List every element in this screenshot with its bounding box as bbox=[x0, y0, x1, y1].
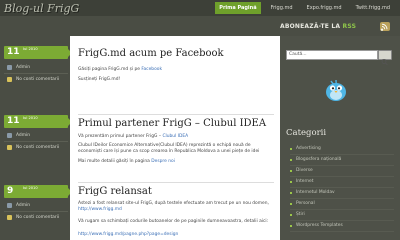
post-link[interactable]: Clubul IDEA bbox=[162, 134, 188, 139]
category-item[interactable]: Internet bbox=[290, 177, 394, 188]
date-day: 11 bbox=[7, 116, 20, 126]
category-item[interactable]: Blogosfera națională bbox=[290, 155, 394, 166]
nav-item-twitt[interactable]: Twitt.frigg.md bbox=[352, 2, 394, 14]
comments-link[interactable]: No conti comentarii bbox=[16, 145, 59, 150]
date-month: Iul 2010 bbox=[23, 47, 38, 51]
search-input[interactable]: Caută... bbox=[286, 50, 378, 60]
rss-subscribe[interactable]: ABONEAZĂ-TE LA RSS bbox=[278, 21, 394, 34]
category-item[interactable]: Advertising bbox=[290, 144, 394, 155]
post-meta-column: 11 Iul 2010 Admin No conti comentarii 11… bbox=[4, 36, 72, 240]
category-item[interactable]: Știri bbox=[290, 210, 394, 221]
comments-row: No conti comentarii bbox=[4, 142, 68, 153]
nav-item-frigg[interactable]: Frigg.md bbox=[267, 2, 297, 14]
user-icon bbox=[7, 133, 12, 138]
post-text: Vă prezentăm primul partener FrigG – Clu… bbox=[78, 134, 189, 139]
category-item[interactable]: Personal bbox=[290, 199, 394, 210]
post-text: Găsiți pagina FrigG.md și pe Facebook bbox=[78, 67, 162, 72]
post-text: Mai multe detalii găsiți în pagina Despr… bbox=[78, 159, 175, 164]
user-icon bbox=[7, 65, 12, 70]
post-text: Astezi a fost relansat site-ul FrigG, du… bbox=[78, 201, 269, 212]
top-bar: Blog-ul FrigG Prima Pagină Frigg.md Expo… bbox=[0, 0, 400, 16]
rss-label: ABONEAZĂ-TE LA RSS bbox=[280, 23, 357, 30]
date-month: Iul 2010 bbox=[23, 116, 38, 120]
category-item[interactable]: Wordpress Templates bbox=[290, 221, 394, 232]
author-name[interactable]: Admin bbox=[16, 65, 30, 70]
main-nav: Prima Pagină Frigg.md Expo.frigg.md Twit… bbox=[215, 2, 394, 14]
author-row: Admin bbox=[4, 200, 68, 211]
comments-row: No conti comentarii bbox=[4, 74, 68, 85]
comments-link[interactable]: No conti comentarii bbox=[16, 77, 59, 82]
post-link[interactable]: Despre noi bbox=[151, 159, 175, 164]
date-month: Iul 2010 bbox=[23, 186, 38, 190]
sidebar: Caută... Categorii Advertising Blogosfer… bbox=[280, 36, 400, 240]
author-name[interactable]: Admin bbox=[16, 133, 30, 138]
author-name[interactable]: Admin bbox=[16, 203, 30, 208]
post-link[interactable]: http://www.frigg.md/pagne.php?page=desig… bbox=[78, 232, 178, 237]
author-row: Admin bbox=[4, 130, 68, 141]
date-badge: 11 Iul 2010 bbox=[4, 115, 72, 128]
date-badge: 11 Iul 2010 bbox=[4, 46, 72, 59]
user-icon bbox=[7, 203, 12, 208]
category-item[interactable]: Diverse bbox=[290, 166, 394, 177]
comments-row: No conti comentarii bbox=[4, 212, 68, 223]
nav-item-home[interactable]: Prima Pagină bbox=[215, 2, 261, 14]
date-day: 11 bbox=[7, 47, 20, 57]
nav-item-expo[interactable]: Expo.frigg.md bbox=[303, 2, 346, 14]
search-icon bbox=[381, 59, 388, 66]
post-title[interactable]: FrigG relansat bbox=[78, 182, 274, 197]
post-text: Vă rugam sa schimbați codurile butoanelo… bbox=[78, 219, 269, 224]
categories-title: Categorii bbox=[286, 128, 327, 138]
post-text: Susțineți FrigG.md! bbox=[78, 77, 121, 82]
author-row: Admin bbox=[4, 62, 68, 73]
post-title[interactable]: FrigG.md acum pe Facebook bbox=[78, 48, 224, 59]
comment-icon bbox=[7, 77, 12, 82]
date-day: 9 bbox=[7, 186, 14, 196]
comments-link[interactable]: No conti comentarii bbox=[16, 215, 59, 220]
date-badge: 9 Iul 2010 bbox=[4, 185, 72, 198]
post-text: Clubul IDeilor Economice Alternative(Clu… bbox=[78, 143, 260, 154]
post-text: http://www.frigg.md/pagne.php?page=desig… bbox=[78, 232, 274, 238]
search-button[interactable] bbox=[378, 50, 392, 66]
categories-list: Advertising Blogosfera națională Diverse… bbox=[290, 144, 394, 232]
twitter-bird-icon[interactable] bbox=[322, 76, 350, 104]
post-title[interactable]: Primul partener FrigG – Clubul IDEA bbox=[78, 114, 274, 129]
category-item[interactable]: Internetul Moldav bbox=[290, 188, 394, 199]
post-list: FrigG.md acum pe Facebook Găsiți pagina … bbox=[70, 36, 280, 240]
site-logo[interactable]: Blog-ul FrigG bbox=[4, 2, 79, 15]
comment-icon bbox=[7, 215, 12, 220]
post-link[interactable]: http://www.frigg.md bbox=[78, 207, 122, 212]
comment-icon bbox=[7, 145, 12, 150]
post-link[interactable]: Facebook bbox=[141, 67, 162, 72]
rss-icon[interactable] bbox=[380, 22, 390, 31]
